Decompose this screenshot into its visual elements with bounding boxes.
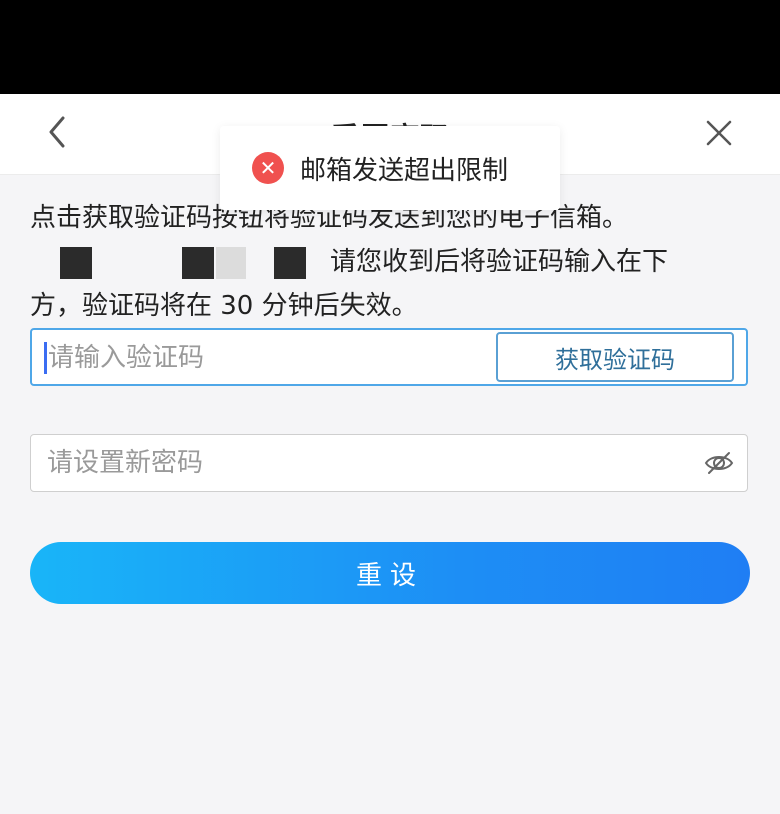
instructions-line-3: 方，验证码将在 30 分钟后失效。 [30, 291, 418, 321]
reset-button[interactable]: 重设 [30, 542, 750, 604]
error-toast: ✕ 邮箱发送超出限制 [220, 126, 560, 210]
redacted-email [30, 246, 330, 279]
error-icon: ✕ [252, 152, 284, 184]
get-code-button[interactable]: 获取验证码 [496, 332, 734, 382]
toast-message: 邮箱发送超出限制 [300, 156, 509, 186]
new-password-field [30, 434, 748, 492]
instructions-text: 点击获取验证码按钮将验证码发送到您的电子信箱。 请您收到后将验证码输入在下 方，… [30, 196, 730, 328]
status-bar [0, 0, 780, 94]
verification-code-input[interactable] [46, 330, 490, 386]
instructions-line-2-text: 请您收到后将验证码输入在下 [330, 247, 669, 277]
toggle-password-visibility-button[interactable] [703, 447, 735, 479]
eye-off-icon [704, 452, 734, 474]
instructions-line-2: 请您收到后将验证码输入在下 [30, 240, 730, 284]
verification-code-field: 获取验证码 [30, 328, 748, 386]
close-icon [706, 120, 732, 146]
new-password-input[interactable] [45, 435, 489, 491]
close-button[interactable] [702, 116, 736, 150]
